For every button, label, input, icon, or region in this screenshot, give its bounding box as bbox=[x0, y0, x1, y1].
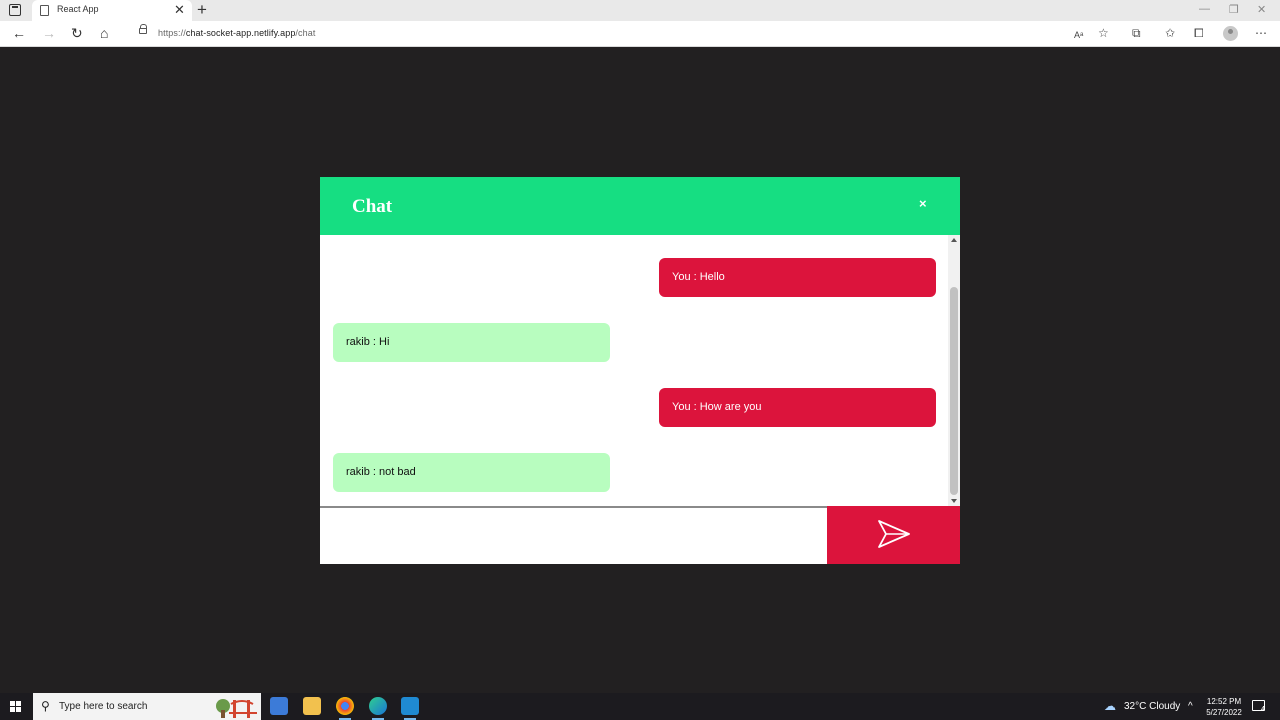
clock-time: 12:52 PM bbox=[1206, 697, 1242, 706]
scroll-down-arrow-icon[interactable] bbox=[951, 499, 957, 503]
notification-count-badge: 4 bbox=[1261, 706, 1265, 713]
address-bar[interactable]: https://chat-socket-app.netlify.app/chat bbox=[127, 22, 1127, 44]
collections-icon[interactable]: ⧠ bbox=[1194, 25, 1204, 41]
refresh-icon[interactable]: ↻ bbox=[71, 24, 83, 42]
chat-header: Chat × bbox=[320, 177, 960, 235]
tray-chevron-icon[interactable]: ^ bbox=[1188, 701, 1193, 712]
scroll-up-arrow-icon[interactable] bbox=[951, 238, 957, 242]
taskbar-clock[interactable]: 12:52 PM 5/27/2022 bbox=[1200, 696, 1248, 718]
weather-text[interactable]: 32°C Cloudy bbox=[1124, 701, 1180, 712]
page-favicon-icon bbox=[40, 5, 49, 16]
home-icon[interactable]: ⌂ bbox=[100, 24, 108, 42]
profile-avatar-icon[interactable] bbox=[1223, 26, 1238, 41]
more-menu-icon[interactable]: ⋯ bbox=[1255, 25, 1267, 41]
vscode-app-icon[interactable] bbox=[401, 697, 419, 720]
scroll-thumb[interactable] bbox=[950, 287, 958, 495]
message-bubble-theirs: rakib : Hi bbox=[333, 323, 610, 362]
edge-app-icon[interactable] bbox=[369, 697, 387, 720]
browser-tab[interactable]: React App ✕ bbox=[32, 0, 192, 21]
chat-title: Chat bbox=[352, 196, 393, 217]
search-placeholder: Type here to search bbox=[59, 701, 148, 712]
forward-arrow-icon[interactable]: → bbox=[42, 24, 56, 42]
search-highlight-illustration-icon bbox=[216, 699, 257, 718]
favorite-star-icon[interactable]: ☆ bbox=[1098, 25, 1109, 41]
taskbar-search-box[interactable]: ⚲ Type here to search bbox=[33, 693, 261, 720]
cloud-weather-icon[interactable]: ☁ bbox=[1104, 699, 1116, 713]
chat-window: Chat × You : Hello rakib : Hi You : How … bbox=[320, 177, 960, 564]
tab-title: React App bbox=[57, 4, 99, 14]
message-bubble-theirs: rakib : not bad bbox=[333, 453, 610, 492]
favorites-icon[interactable]: ✩ bbox=[1165, 25, 1175, 41]
windows-start-icon[interactable] bbox=[10, 701, 21, 712]
browser-tab-bar: React App ✕ + — ❐ ✕ bbox=[0, 0, 1280, 21]
store-app-icon[interactable] bbox=[270, 697, 288, 715]
read-aloud-icon[interactable]: Aᵃ bbox=[1074, 27, 1083, 43]
back-arrow-icon[interactable]: ← bbox=[12, 24, 26, 42]
restore-button[interactable]: ❐ bbox=[1229, 3, 1239, 16]
minimize-button[interactable]: — bbox=[1199, 3, 1210, 15]
message-scrollbar[interactable] bbox=[948, 235, 960, 506]
message-bubble-mine: You : How are you bbox=[659, 388, 936, 427]
send-plane-icon bbox=[878, 520, 910, 548]
message-input[interactable] bbox=[320, 506, 827, 564]
file-explorer-app-icon[interactable] bbox=[303, 697, 321, 715]
lock-icon[interactable] bbox=[139, 24, 147, 34]
send-button[interactable] bbox=[827, 506, 960, 564]
chat-close-button[interactable]: × bbox=[919, 196, 927, 212]
extensions-icon[interactable]: ⧉ bbox=[1132, 25, 1141, 41]
new-tab-button[interactable]: + bbox=[197, 0, 207, 20]
search-icon: ⚲ bbox=[41, 699, 50, 713]
clock-date: 5/27/2022 bbox=[1206, 708, 1242, 717]
message-bubble-mine: You : Hello bbox=[659, 258, 936, 297]
taskbar: ⚲ Type here to search ☁ 32°C Cloudy ^ 12… bbox=[0, 693, 1280, 720]
url-text[interactable]: https://chat-socket-app.netlify.app/chat bbox=[158, 28, 315, 38]
close-window-button[interactable]: ✕ bbox=[1257, 3, 1266, 16]
browser-toolbar: ← → ↻ ⌂ https://chat-socket-app.netlify.… bbox=[0, 21, 1280, 47]
message-list: You : Hello rakib : Hi You : How are you… bbox=[320, 235, 960, 506]
tab-close-icon[interactable]: ✕ bbox=[174, 2, 185, 18]
chrome-app-icon[interactable] bbox=[336, 697, 354, 720]
tab-actions-icon[interactable] bbox=[9, 4, 21, 16]
